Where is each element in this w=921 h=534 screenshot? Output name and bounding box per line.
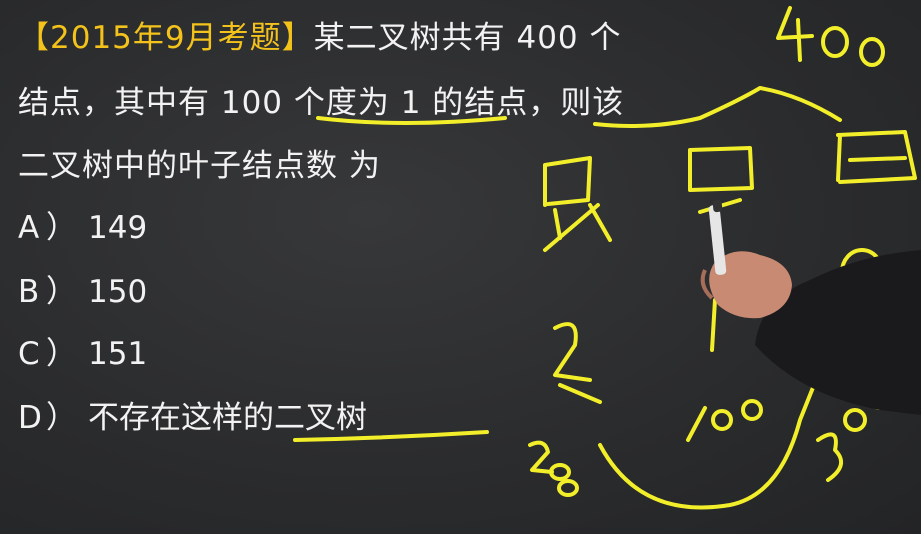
blackboard: 【2015年9月考题】某二叉树共有 400 个 结点，其中有 100 个度为 1…	[0, 0, 921, 534]
presenter-hand	[700, 199, 921, 415]
